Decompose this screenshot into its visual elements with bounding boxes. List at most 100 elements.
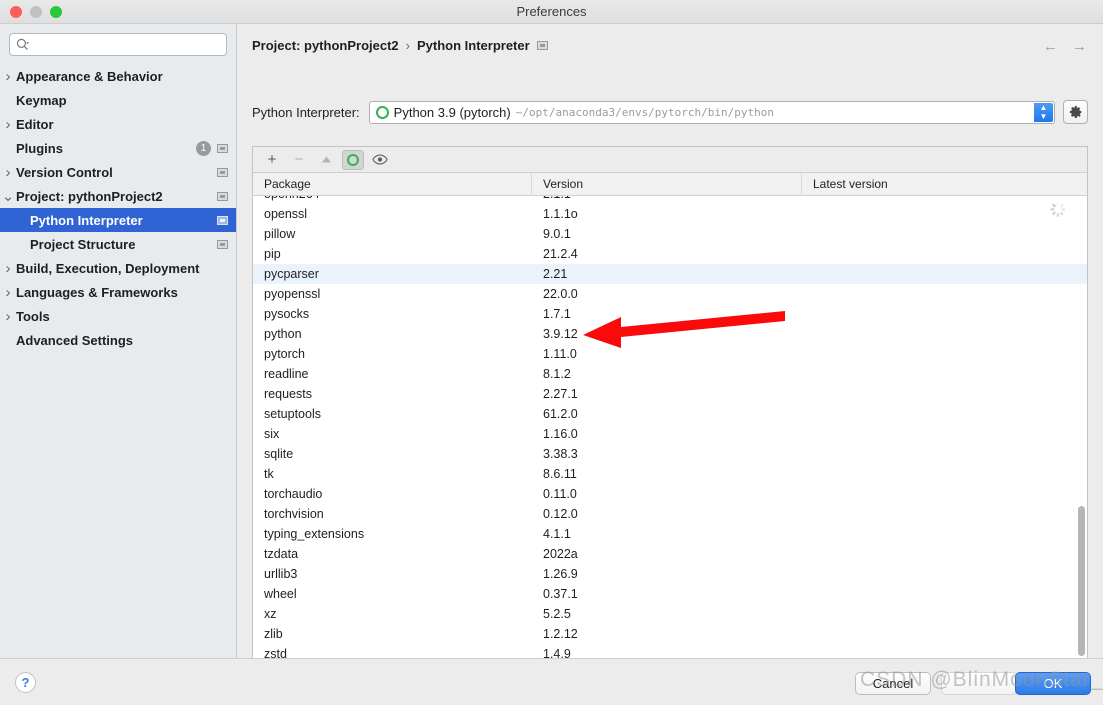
cell-version: 1.1.1o bbox=[543, 207, 578, 221]
cell-package: pillow bbox=[264, 227, 296, 241]
breadcrumb-separator: › bbox=[405, 38, 410, 53]
sidebar-item-version-control[interactable]: › Version Control bbox=[0, 160, 236, 184]
table-row[interactable]: pip 21.2.4 bbox=[253, 244, 1087, 264]
search-icon bbox=[16, 38, 29, 51]
plugins-update-badge: 1 bbox=[196, 140, 211, 156]
cell-version: 3.38.3 bbox=[543, 447, 578, 461]
table-row[interactable]: pillow 9.0.1 bbox=[253, 224, 1087, 244]
table-row[interactable]: torchaudio 0.11.0 bbox=[253, 484, 1087, 504]
table-row[interactable]: python 3.9.12 bbox=[253, 324, 1087, 344]
combobox-stepper-icon[interactable]: ▲ ▼ bbox=[1034, 102, 1053, 122]
cell-version: 0.12.0 bbox=[543, 507, 578, 521]
sidebar-item-tools[interactable]: › Tools bbox=[0, 304, 236, 328]
table-row[interactable]: pytorch 1.11.0 bbox=[253, 344, 1087, 364]
table-row[interactable]: pycparser 2.21 bbox=[253, 264, 1087, 284]
packages-toolbar: + − bbox=[253, 147, 1087, 173]
packages-table-header: Package Version Latest version bbox=[253, 172, 1087, 196]
table-row[interactable]: xz 5.2.5 bbox=[253, 604, 1087, 624]
table-row[interactable]: sqlite 3.38.3 bbox=[253, 444, 1087, 464]
column-header-version[interactable]: Version bbox=[532, 172, 802, 196]
sidebar-item-label: Build, Execution, Deployment bbox=[16, 260, 200, 276]
help-button[interactable]: ? bbox=[15, 672, 36, 693]
cell-version: 5.2.5 bbox=[543, 607, 571, 621]
show-early-releases-button[interactable] bbox=[369, 150, 391, 170]
chevron-right-icon[interactable]: › bbox=[0, 116, 16, 133]
sidebar-item-appearance-behavior[interactable]: › Appearance & Behavior bbox=[0, 64, 236, 88]
sidebar-item-languages-frameworks[interactable]: › Languages & Frameworks bbox=[0, 280, 236, 304]
breadcrumb-root[interactable]: Project: pythonProject2 bbox=[252, 38, 399, 53]
conda-refresh-button[interactable] bbox=[342, 149, 364, 170]
nav-forward-icon[interactable]: → bbox=[1072, 38, 1087, 56]
sidebar-item-label: Advanced Settings bbox=[16, 332, 134, 348]
sidebar-item-keymap[interactable]: Keymap bbox=[0, 88, 236, 112]
cell-version: 1.16.0 bbox=[543, 427, 578, 441]
upgrade-package-button[interactable] bbox=[315, 150, 337, 170]
table-row[interactable]: six 1.16.0 bbox=[253, 424, 1087, 444]
cell-package: zlib bbox=[264, 627, 283, 641]
sidebar-item-project-pythonproject2[interactable]: ⌄ Project: pythonProject2 bbox=[0, 184, 236, 208]
column-header-latest-version[interactable]: Latest version bbox=[802, 173, 1087, 196]
project-scope-icon[interactable] bbox=[536, 41, 548, 50]
table-row[interactable]: requests 2.27.1 bbox=[253, 384, 1087, 404]
sidebar-item-plugins[interactable]: Plugins 1 bbox=[0, 136, 236, 160]
cell-package: typing_extensions bbox=[264, 527, 365, 541]
breadcrumb-leaf: Python Interpreter bbox=[416, 38, 530, 53]
ok-button[interactable]: OK bbox=[1015, 672, 1091, 695]
sidebar-item-python-interpreter[interactable]: Python Interpreter bbox=[0, 208, 236, 232]
table-row[interactable]: readline 8.1.2 bbox=[253, 364, 1087, 384]
project-scope-icon[interactable] bbox=[217, 215, 228, 225]
search-input[interactable] bbox=[32, 37, 220, 52]
sidebar-item-label: Python Interpreter bbox=[30, 212, 143, 228]
chevron-right-icon[interactable]: › bbox=[0, 164, 16, 181]
project-scope-icon[interactable] bbox=[217, 167, 228, 177]
cell-package: xz bbox=[264, 607, 277, 621]
search-box[interactable] bbox=[9, 33, 227, 56]
table-row[interactable]: zlib 1.2.12 bbox=[253, 624, 1087, 644]
window-titlebar: Preferences bbox=[0, 0, 1103, 24]
column-header-package[interactable]: Package bbox=[253, 172, 532, 196]
sidebar-item-advanced-settings[interactable]: Advanced Settings bbox=[0, 328, 236, 352]
project-scope-icon[interactable] bbox=[217, 143, 228, 153]
stepper-up-icon: ▲ bbox=[1039, 102, 1048, 112]
add-package-button[interactable]: + bbox=[261, 150, 283, 170]
interpreter-combobox[interactable]: Python 3.9 (pytorch) ~/opt/anaconda3/env… bbox=[368, 100, 1055, 124]
cell-package: torchvision bbox=[264, 507, 324, 521]
chevron-right-icon[interactable]: › bbox=[0, 284, 16, 301]
table-row[interactable]: wheel 0.37.1 bbox=[253, 584, 1087, 604]
nav-back-icon[interactable]: ← bbox=[1043, 38, 1058, 56]
table-row[interactable]: openssl 1.1.1o bbox=[253, 204, 1087, 224]
sidebar-item-label: Plugins bbox=[16, 140, 63, 156]
table-row[interactable]: tzdata 2022a bbox=[253, 544, 1087, 564]
chevron-right-icon[interactable]: › bbox=[0, 260, 16, 277]
cell-package: readline bbox=[264, 367, 309, 381]
table-row[interactable]: setuptools 61.2.0 bbox=[253, 404, 1087, 424]
table-row[interactable]: tk 8.6.11 bbox=[253, 464, 1087, 484]
project-scope-icon[interactable] bbox=[217, 239, 228, 249]
sidebar-item-project-structure[interactable]: Project Structure bbox=[0, 232, 236, 256]
remove-package-button[interactable]: − bbox=[288, 150, 310, 170]
sidebar-item-trailing bbox=[217, 191, 228, 201]
sidebar-item-build-execution-deployment[interactable]: › Build, Execution, Deployment bbox=[0, 256, 236, 280]
interpreter-name: Python 3.9 (pytorch) bbox=[393, 104, 511, 120]
interpreter-row: Python Interpreter: Python 3.9 (pytorch)… bbox=[252, 100, 1088, 124]
chevron-right-icon[interactable]: › bbox=[0, 308, 16, 325]
chevron-right-icon[interactable]: › bbox=[0, 68, 16, 85]
table-row[interactable]: pysocks 1.7.1 bbox=[253, 304, 1087, 324]
table-row[interactable]: openh2642.1.1 bbox=[253, 196, 1087, 204]
table-row[interactable]: typing_extensions 4.1.1 bbox=[253, 524, 1087, 544]
cell-package: pip bbox=[264, 247, 281, 261]
sidebar-item-label: Keymap bbox=[16, 92, 67, 108]
packages-vertical-scrollbar[interactable] bbox=[1078, 506, 1085, 656]
cancel-button[interactable]: Cancel bbox=[855, 672, 931, 695]
chevron-down-icon[interactable]: ⌄ bbox=[0, 187, 16, 205]
table-row[interactable]: urllib3 1.26.9 bbox=[253, 564, 1087, 584]
sidebar-item-label: Languages & Frameworks bbox=[16, 284, 178, 300]
table-row[interactable]: pyopenssl 22.0.0 bbox=[253, 284, 1087, 304]
cell-package: python bbox=[264, 327, 302, 341]
sidebar-item-editor[interactable]: › Editor bbox=[0, 112, 236, 136]
table-row[interactable]: torchvision 0.12.0 bbox=[253, 504, 1087, 524]
apply-button[interactable]: Apply bbox=[941, 672, 1017, 695]
interpreter-settings-button[interactable] bbox=[1063, 100, 1088, 124]
packages-table-body[interactable]: openh2642.1.1 openssl 1.1.1o pillow 9.0.1 pip… bbox=[253, 196, 1087, 668]
project-scope-icon[interactable] bbox=[217, 191, 228, 201]
